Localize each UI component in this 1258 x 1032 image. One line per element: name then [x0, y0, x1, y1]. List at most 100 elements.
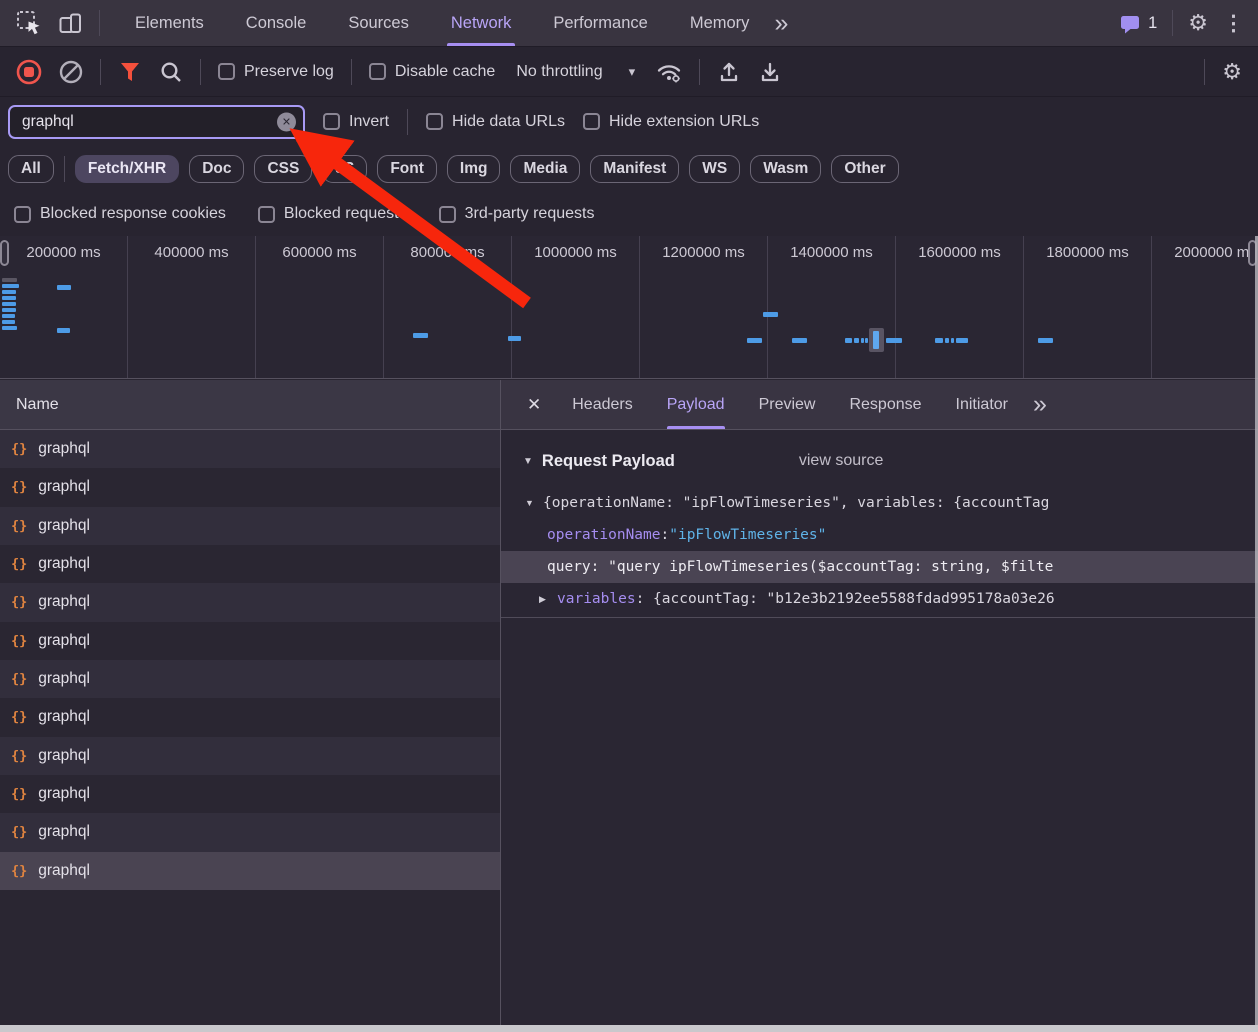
pill-doc[interactable]: Doc — [189, 155, 244, 183]
detail-tab-payload[interactable]: Payload — [667, 380, 725, 429]
detail-more-tabs-icon[interactable]: » — [1033, 390, 1047, 419]
request-name: graphql — [38, 440, 90, 458]
request-name: graphql — [38, 862, 90, 880]
preserve-log-checkbox[interactable]: Preserve log — [218, 63, 334, 81]
more-tabs-icon[interactable]: » — [770, 11, 792, 36]
network-settings-gear-icon[interactable]: ⚙ — [1222, 61, 1242, 83]
pill-css[interactable]: CSS — [254, 155, 312, 183]
network-conditions-icon[interactable] — [656, 60, 682, 84]
pill-all[interactable]: All — [8, 155, 54, 183]
view-source-link[interactable]: view source — [799, 452, 883, 470]
request-row[interactable]: {}graphql — [0, 698, 500, 736]
pill-fetch-xhr[interactable]: Fetch/XHR — [75, 155, 179, 183]
search-icon[interactable] — [159, 60, 183, 84]
pill-other[interactable]: Other — [831, 155, 898, 183]
request-row[interactable]: {}graphql — [0, 737, 500, 775]
detail-tab-initiator[interactable]: Initiator — [956, 380, 1008, 429]
3rd-party-requests-checkbox[interactable]: 3rd-party requests — [439, 205, 595, 223]
checkbox — [323, 113, 340, 130]
clear-filter-icon[interactable]: ✕ — [277, 112, 296, 131]
overflow-menu-icon[interactable]: ⋮ — [1223, 13, 1244, 34]
overview-left-handle[interactable] — [0, 240, 9, 266]
tab-network[interactable]: Network — [447, 0, 516, 46]
import-har-icon[interactable] — [717, 60, 741, 84]
hide-data-urls-checkbox[interactable]: Hide data URLs — [426, 113, 565, 131]
settings-gear-icon[interactable]: ⚙ — [1188, 12, 1208, 34]
close-detail-icon[interactable]: ✕ — [513, 395, 555, 415]
request-row[interactable]: {}graphql — [0, 468, 500, 506]
clear-network-log-icon[interactable] — [59, 60, 83, 84]
waterfall-bar — [886, 338, 902, 343]
collapsed-triangle-icon[interactable]: ▶ — [539, 583, 557, 615]
throttling-select[interactable]: No throttling ▾ — [512, 63, 639, 81]
name-column-header[interactable]: Name — [0, 380, 500, 430]
pill-manifest[interactable]: Manifest — [590, 155, 679, 183]
waterfall-bar — [845, 338, 852, 343]
request-row[interactable]: {}graphql — [0, 583, 500, 621]
device-toolbar-icon[interactable] — [58, 11, 83, 36]
payload-line[interactable]: operationName: "ipFlowTimeseries" — [501, 519, 1258, 551]
code-segment: "ipFlowTimeseries" — [669, 519, 826, 551]
detail-tabs: Headers Payload Preview Response Initiator — [555, 380, 1025, 429]
pill-label: All — [21, 160, 41, 177]
hide-extension-urls-label: Hide extension URLs — [609, 113, 759, 131]
expanded-triangle-icon[interactable]: ▼ — [525, 487, 543, 519]
blocked-requests-checkbox[interactable]: Blocked requests — [258, 205, 407, 223]
request-row[interactable]: {}graphql — [0, 852, 500, 890]
request-row[interactable]: {}graphql — [0, 507, 500, 545]
tab-elements[interactable]: Elements — [131, 0, 208, 46]
tab-sources[interactable]: Sources — [344, 0, 413, 46]
divider — [351, 59, 352, 85]
payload-line[interactable]: query: "query ipFlowTimeseries($accountT… — [501, 551, 1258, 583]
request-detail-panel: ✕ Headers Payload Preview Response Initiator… — [501, 380, 1258, 1032]
request-name: graphql — [38, 823, 90, 841]
tab-memory[interactable]: Memory — [686, 0, 754, 46]
request-type-pills: All Fetch/XHR Doc CSS JS Font Img Media Manifest… — [0, 146, 1258, 192]
json-braces-icon: {} — [11, 479, 27, 495]
request-row[interactable]: {}graphql — [0, 545, 500, 583]
detail-tab-label: Preview — [759, 396, 816, 414]
request-row[interactable]: {}graphql — [0, 813, 500, 851]
divider — [1204, 59, 1205, 85]
tab-label: Console — [246, 14, 307, 33]
export-har-icon[interactable] — [758, 60, 782, 84]
request-row[interactable]: {}graphql — [0, 775, 500, 813]
network-overview-timeline[interactable]: 200000 ms400000 ms600000 ms800000 ms1000… — [0, 236, 1258, 379]
payload-line[interactable]: ▼{operationName: "ipFlowTimeseries", var… — [501, 487, 1258, 519]
waterfall-bar — [865, 338, 868, 343]
payload-line[interactable]: ▶variables: {accountTag: "b12e3b2192ee55… — [501, 583, 1258, 615]
blocked-requests-label: Blocked requests — [284, 205, 407, 223]
devtools-toolbar-icons — [0, 10, 114, 36]
pill-img[interactable]: Img — [447, 155, 501, 183]
pill-ws[interactable]: WS — [689, 155, 740, 183]
pill-media[interactable]: Media — [510, 155, 580, 183]
request-payload-section[interactable]: ▼ Request Payload view source — [501, 444, 1258, 478]
invert-checkbox[interactable]: Invert — [323, 113, 389, 131]
detail-tab-response[interactable]: Response — [849, 380, 921, 429]
filter-input[interactable] — [20, 112, 273, 132]
inspect-element-icon[interactable] — [16, 10, 42, 36]
tab-console[interactable]: Console — [242, 0, 311, 46]
detail-tab-headers[interactable]: Headers — [572, 380, 632, 429]
pill-wasm[interactable]: Wasm — [750, 155, 821, 183]
checkbox — [426, 113, 443, 130]
waterfall-bar — [57, 328, 70, 333]
issues-badge[interactable]: 1 — [1119, 13, 1157, 34]
disable-cache-checkbox[interactable]: Disable cache — [369, 63, 496, 81]
request-row[interactable]: {}graphql — [0, 430, 500, 468]
pill-font[interactable]: Font — [377, 155, 437, 183]
detail-tab-label: Initiator — [956, 396, 1008, 414]
detail-tab-preview[interactable]: Preview — [759, 380, 816, 429]
tab-performance[interactable]: Performance — [549, 0, 651, 46]
filter-funnel-icon[interactable] — [118, 60, 142, 84]
blocked-response-cookies-checkbox[interactable]: Blocked response cookies — [14, 205, 226, 223]
throttling-value: No throttling — [516, 63, 602, 81]
request-row[interactable]: {}graphql — [0, 622, 500, 660]
request-row[interactable]: {}graphql — [0, 660, 500, 698]
pill-js[interactable]: JS — [322, 155, 367, 183]
tab-label: Performance — [553, 14, 647, 33]
hide-extension-urls-checkbox[interactable]: Hide extension URLs — [583, 113, 759, 131]
chevron-down-icon: ▾ — [629, 64, 636, 80]
record-network-log-icon[interactable] — [16, 59, 42, 85]
tab-label: Memory — [690, 14, 750, 33]
